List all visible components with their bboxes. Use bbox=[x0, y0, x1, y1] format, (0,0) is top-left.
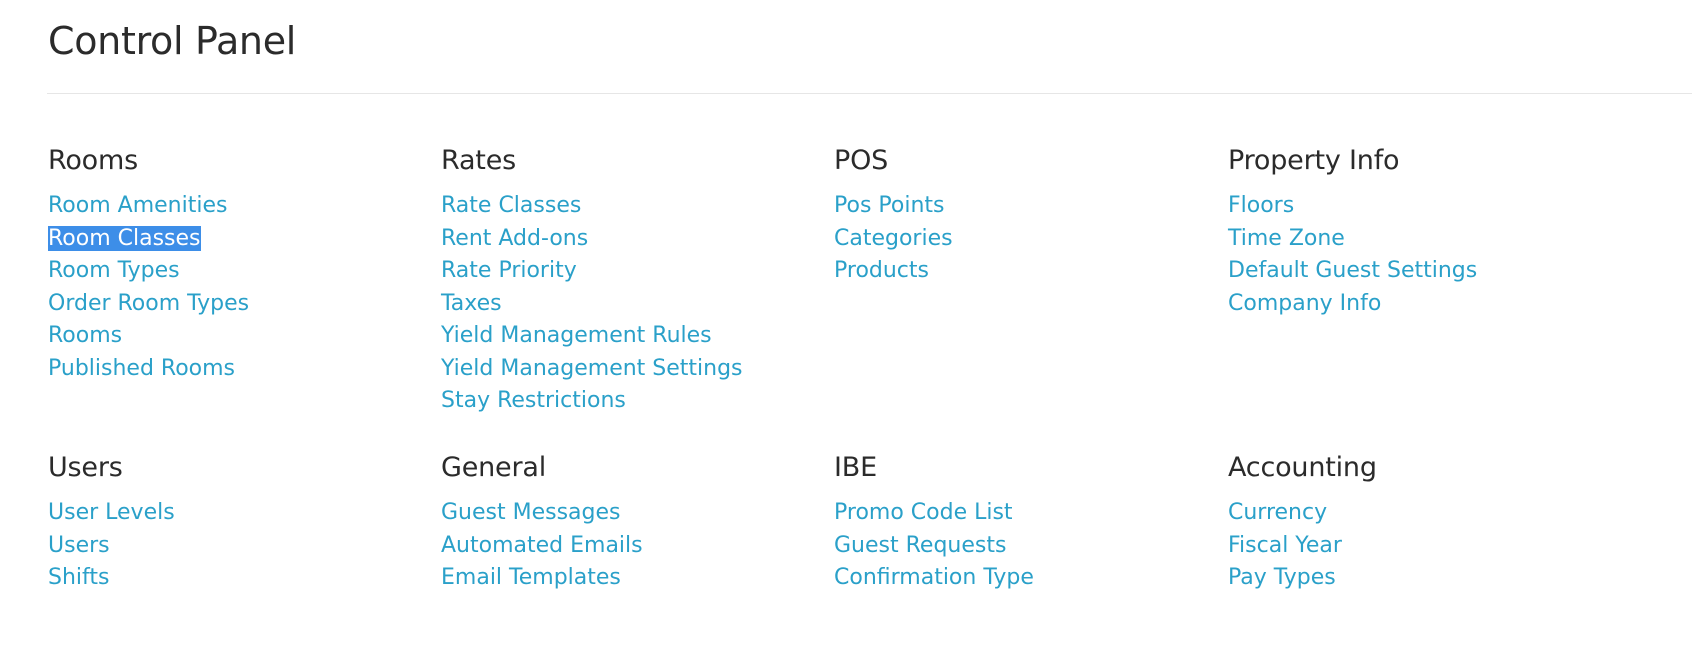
section-links-general: Guest Messages Automated Emails Email Te… bbox=[441, 497, 821, 595]
section-heading-general: General bbox=[441, 452, 547, 483]
link-guest-requests[interactable]: Guest Requests bbox=[834, 533, 1006, 558]
section-heading-pos: POS bbox=[834, 145, 889, 176]
link-default-guest-settings[interactable]: Default Guest Settings bbox=[1228, 258, 1477, 283]
section-heading-rates: Rates bbox=[441, 145, 516, 176]
section-pos: POS Pos Points Categories Products bbox=[834, 143, 1214, 288]
link-automated-emails[interactable]: Automated Emails bbox=[441, 533, 643, 558]
section-heading-property-info: Property Info bbox=[1228, 145, 1400, 176]
section-heading-ibe: IBE bbox=[834, 452, 877, 483]
link-pos-points[interactable]: Pos Points bbox=[834, 193, 944, 218]
section-links-rates: Rate Classes Rent Add-ons Rate Priority … bbox=[441, 190, 821, 418]
link-confirmation-type[interactable]: Confirmation Type bbox=[834, 565, 1034, 590]
section-rooms: Rooms Room Amenities Room Classes Room T… bbox=[48, 143, 428, 385]
link-yield-management-rules[interactable]: Yield Management Rules bbox=[441, 323, 712, 348]
section-links-property-info: Floors Time Zone Default Guest Settings … bbox=[1228, 190, 1608, 320]
link-fiscal-year[interactable]: Fiscal Year bbox=[1228, 533, 1342, 558]
link-yield-management-settings[interactable]: Yield Management Settings bbox=[441, 356, 743, 381]
control-panel-sections: Rooms Room Amenities Room Classes Room T… bbox=[0, 0, 1692, 650]
link-guest-messages[interactable]: Guest Messages bbox=[441, 500, 621, 525]
link-company-info[interactable]: Company Info bbox=[1228, 291, 1381, 316]
link-rooms[interactable]: Rooms bbox=[48, 323, 122, 348]
link-pay-types[interactable]: Pay Types bbox=[1228, 565, 1336, 590]
section-rates: Rates Rate Classes Rent Add-ons Rate Pri… bbox=[441, 143, 821, 418]
link-rent-add-ons[interactable]: Rent Add-ons bbox=[441, 226, 588, 251]
section-users: Users User Levels Users Shifts bbox=[48, 450, 428, 595]
link-products[interactable]: Products bbox=[834, 258, 929, 283]
link-users[interactable]: Users bbox=[48, 533, 110, 558]
link-rate-priority[interactable]: Rate Priority bbox=[441, 258, 577, 283]
link-currency[interactable]: Currency bbox=[1228, 500, 1327, 525]
link-floors[interactable]: Floors bbox=[1228, 193, 1294, 218]
section-property-info: Property Info Floors Time Zone Default G… bbox=[1228, 143, 1608, 320]
section-heading-users: Users bbox=[48, 452, 123, 483]
link-user-levels[interactable]: User Levels bbox=[48, 500, 175, 525]
link-stay-restrictions[interactable]: Stay Restrictions bbox=[441, 388, 626, 413]
section-links-rooms: Room Amenities Room Classes Room Types O… bbox=[48, 190, 428, 385]
section-links-pos: Pos Points Categories Products bbox=[834, 190, 1214, 288]
link-published-rooms[interactable]: Published Rooms bbox=[48, 356, 235, 381]
section-links-ibe: Promo Code List Guest Requests Confirmat… bbox=[834, 497, 1214, 595]
section-links-users: User Levels Users Shifts bbox=[48, 497, 428, 595]
section-accounting: Accounting Currency Fiscal Year Pay Type… bbox=[1228, 450, 1608, 595]
section-general: General Guest Messages Automated Emails … bbox=[441, 450, 821, 595]
section-heading-accounting: Accounting bbox=[1228, 452, 1377, 483]
link-order-room-types[interactable]: Order Room Types bbox=[48, 291, 249, 316]
link-room-classes[interactable]: Room Classes bbox=[48, 225, 201, 251]
link-rate-classes[interactable]: Rate Classes bbox=[441, 193, 581, 218]
link-shifts[interactable]: Shifts bbox=[48, 565, 109, 590]
link-promo-code-list[interactable]: Promo Code List bbox=[834, 500, 1013, 525]
link-taxes[interactable]: Taxes bbox=[441, 291, 502, 316]
link-time-zone[interactable]: Time Zone bbox=[1228, 226, 1345, 251]
section-heading-rooms: Rooms bbox=[48, 145, 138, 176]
link-room-amenities[interactable]: Room Amenities bbox=[48, 193, 227, 218]
link-categories[interactable]: Categories bbox=[834, 226, 953, 251]
section-ibe: IBE Promo Code List Guest Requests Confi… bbox=[834, 450, 1214, 595]
section-links-accounting: Currency Fiscal Year Pay Types bbox=[1228, 497, 1608, 595]
link-email-templates[interactable]: Email Templates bbox=[441, 565, 621, 590]
link-room-types[interactable]: Room Types bbox=[48, 258, 180, 283]
